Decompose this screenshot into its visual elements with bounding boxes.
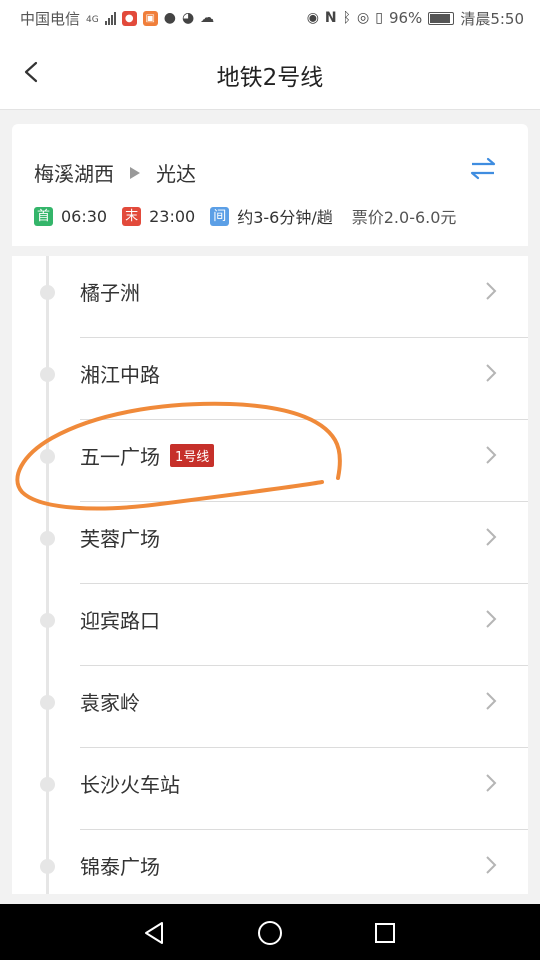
signal-icon: [104, 11, 116, 25]
station-label: 锦泰广场: [80, 855, 160, 879]
chevron-right-icon: [486, 364, 497, 382]
station-row[interactable]: 湘江中路: [12, 338, 528, 420]
mic-app-icon: ●: [121, 10, 137, 26]
wechat-icon: ◕: [181, 10, 195, 26]
station-row[interactable]: 袁家岭: [12, 666, 528, 748]
message-icon: ●: [163, 10, 176, 26]
first-train: 首 06:30: [34, 206, 108, 226]
system-nav-bar: [0, 904, 540, 960]
train-interval: 间 约3-6分钟/趟: [210, 204, 333, 228]
station-label: 湘江中路: [80, 363, 160, 387]
swap-direction-button[interactable]: [468, 156, 498, 182]
first-train-time: 06:30: [61, 206, 108, 226]
fare-range: 票价2.0-6.0元: [351, 208, 457, 227]
photo-app-icon: ▣: [142, 10, 158, 26]
station-dot: [40, 695, 55, 710]
station-label: 橘子洲: [80, 281, 140, 305]
station-name: 袁家岭: [80, 687, 140, 716]
nav-recents-button[interactable]: [370, 918, 400, 948]
chevron-right-icon: [486, 856, 497, 874]
station-name: 迎宾路口: [80, 605, 160, 634]
first-train-tag: 首: [34, 206, 53, 226]
station-dot: [40, 777, 55, 792]
station-list: 橘子洲 湘江中路 五一广场 1号线 芙蓉广场 迎宾路口 袁家岭 长沙火车站 锦泰…: [12, 256, 528, 894]
station-dot: [40, 367, 55, 382]
nav-back-button[interactable]: [140, 918, 170, 948]
last-train-tag: 末: [122, 206, 142, 226]
cloud-icon: ☁: [200, 10, 215, 26]
chevron-right-icon: [486, 610, 497, 628]
last-train-time: 23:00: [149, 206, 196, 226]
nav-home-button[interactable]: [255, 918, 285, 948]
route-direction: 梅溪湖西 光达: [34, 158, 196, 187]
app-screen: 中国电信 4G ● ▣ ● ◕ ☁ ◉ N ᛒ ◎ ▯ 96% 清晨5:50 地…: [0, 0, 540, 960]
station-label: 芙蓉广场: [80, 527, 160, 551]
eye-icon: ◉: [306, 10, 319, 26]
location-icon: ◎: [357, 10, 370, 26]
battery-percent: 96%: [388, 9, 423, 27]
station-row[interactable]: 锦泰广场: [12, 830, 528, 894]
vibrate-icon: ▯: [375, 10, 383, 26]
interval-tag: 间: [210, 206, 230, 226]
terminal-station: 光达: [156, 162, 196, 186]
chevron-right-icon: [486, 282, 497, 300]
station-row[interactable]: 橘子洲: [12, 256, 528, 338]
station-name: 橘子洲: [80, 277, 140, 306]
nfc-icon: N: [324, 10, 337, 26]
page-title: 地铁2号线: [216, 65, 324, 91]
station-label: 袁家岭: [80, 691, 140, 715]
chevron-right-icon: [486, 528, 497, 546]
interval-text: 约3-6分钟/趟: [237, 208, 333, 227]
station-dot: [40, 531, 55, 546]
station-row[interactable]: 五一广场 1号线: [12, 420, 528, 502]
station-dot: [40, 859, 55, 874]
station-label: 迎宾路口: [80, 609, 160, 633]
last-train: 末 23:00: [122, 206, 196, 226]
clock: 清晨5:50: [460, 9, 524, 28]
station-label: 长沙火车站: [80, 773, 180, 797]
chevron-right-icon: [486, 692, 497, 710]
station-name: 长沙火车站: [80, 769, 180, 798]
station-dot: [40, 449, 55, 464]
status-bar: 中国电信 4G ● ▣ ● ◕ ☁ ◉ N ᛒ ◎ ▯ 96% 清晨5:50: [0, 0, 540, 36]
station-dot: [40, 285, 55, 300]
square-recents-icon: [375, 923, 395, 943]
origin-station: 梅溪湖西: [34, 162, 114, 186]
schedule-row: 首 06:30 末 23:00 间 约3-6分钟/趟 票价2.0-6.0元: [34, 204, 456, 228]
transfer-line-badge: 1号线: [170, 444, 215, 467]
network-label: 4G: [86, 14, 99, 25]
swap-arrows-icon: [470, 157, 496, 180]
chevron-right-icon: [486, 446, 497, 464]
station-dot: [40, 613, 55, 628]
station-name: 五一广场 1号线: [80, 441, 215, 470]
bluetooth-icon: ᛒ: [342, 10, 352, 26]
station-name: 湘江中路: [80, 359, 160, 388]
station-name: 锦泰广场: [80, 851, 160, 880]
top-app-bar: 地铁2号线: [0, 36, 540, 110]
station-name: 芙蓉广场: [80, 523, 160, 552]
station-row[interactable]: 芙蓉广场: [12, 502, 528, 584]
circle-home-icon: [258, 921, 282, 945]
direction-arrow-icon: [130, 166, 140, 179]
battery-icon: [428, 11, 455, 25]
triangle-back-icon: [145, 922, 163, 944]
station-label: 五一广场: [80, 445, 160, 469]
chevron-right-icon: [486, 774, 497, 792]
route-info-card: 梅溪湖西 光达 首 06:30 末 23:00 间 约3-6分钟/趟 票价2.0…: [12, 124, 528, 246]
carrier-label: 中国电信: [20, 9, 81, 28]
station-row[interactable]: 长沙火车站: [12, 748, 528, 830]
station-row[interactable]: 迎宾路口: [12, 584, 528, 666]
